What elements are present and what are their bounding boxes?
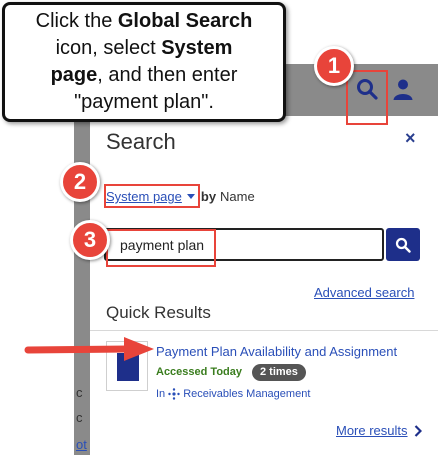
- quick-results-title: Quick Results: [106, 303, 211, 322]
- user-icon[interactable]: [392, 78, 414, 100]
- pointer-arrow: [24, 337, 154, 361]
- highlight-scope: [104, 184, 200, 208]
- result-area-link[interactable]: Receivables Management: [183, 388, 310, 400]
- background-link-fragment: ot: [76, 437, 87, 452]
- callout-text: "payment plan".: [74, 91, 214, 113]
- chevron-right-icon: [414, 424, 422, 437]
- result-title-link[interactable]: Payment Plan Availability and Assignment: [156, 344, 397, 359]
- callout-bold: page: [50, 64, 98, 86]
- more-results-link[interactable]: More results: [336, 423, 422, 438]
- step-marker-3: 3: [70, 220, 110, 260]
- highlight-search-icon: [346, 70, 388, 125]
- highlight-search-input: [106, 229, 216, 267]
- accessed-label: Accessed Today: [156, 366, 243, 378]
- result-location: In Receivables Management: [156, 388, 310, 400]
- more-results-label: More results: [336, 423, 408, 438]
- scope-by-label: by: [200, 189, 217, 204]
- callout-line-3: page, and then enter: [5, 62, 283, 89]
- callout-line-1: Click the Global Search: [5, 8, 283, 35]
- callout-bold: System: [161, 37, 233, 59]
- search-icon: [395, 237, 411, 253]
- result-in-label: In: [156, 388, 166, 400]
- callout-bold: Global Search: [117, 10, 253, 32]
- callout-line-2: icon, select System: [5, 35, 283, 62]
- advanced-search-link[interactable]: Advanced search: [314, 285, 414, 300]
- scope-field-label: Name: [220, 189, 255, 204]
- callout-line-4: "payment plan".: [5, 89, 283, 116]
- workspace-icon: [168, 388, 180, 400]
- divider: [90, 330, 438, 331]
- step-marker-2: 2: [60, 162, 100, 202]
- callout-text: , and then enter: [97, 64, 238, 86]
- times-badge: 2 times: [252, 364, 306, 381]
- close-icon[interactable]: ×: [405, 128, 416, 149]
- search-button[interactable]: [386, 228, 420, 261]
- panel-title: Search: [106, 129, 176, 154]
- background-text-fragment: c: [76, 410, 83, 425]
- callout-text: Click the: [35, 10, 118, 32]
- step-marker-1: 1: [314, 46, 354, 86]
- instruction-callout: Click the Global Search icon, select Sys…: [2, 2, 286, 122]
- callout-text: icon, select: [55, 37, 162, 59]
- background-text-fragment: c: [76, 385, 83, 400]
